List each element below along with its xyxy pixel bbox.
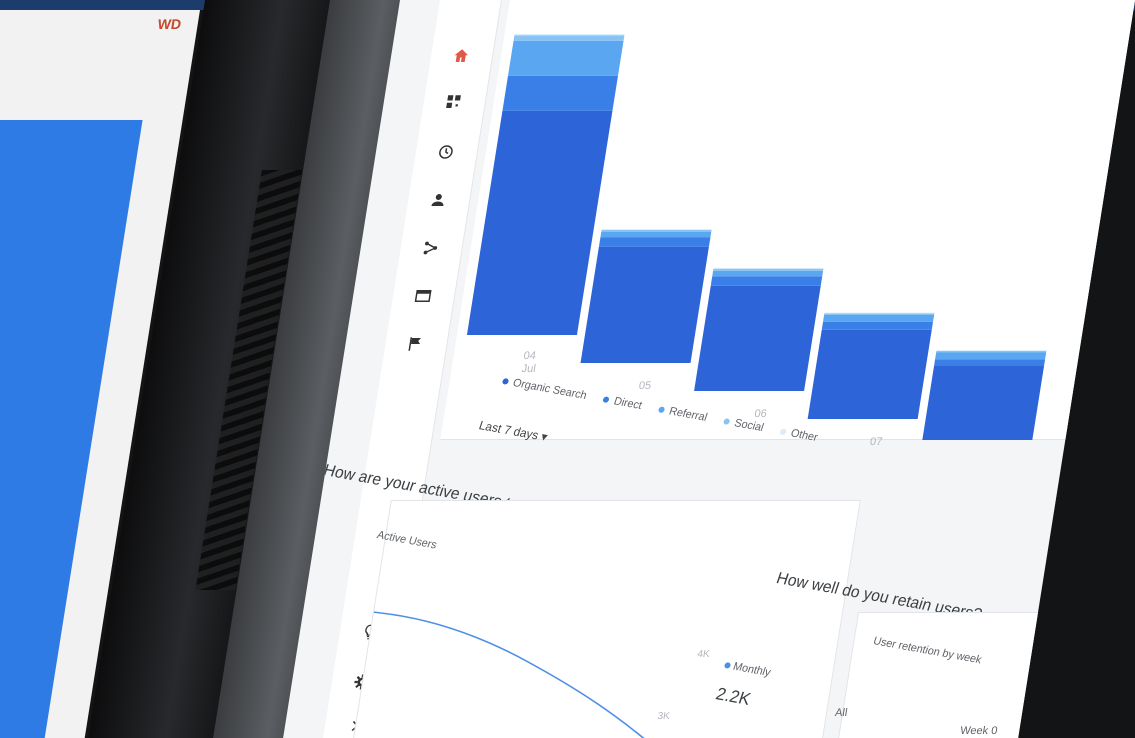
legend-dot-social (723, 418, 731, 426)
logo: WD (156, 16, 183, 32)
fork-icon[interactable] (419, 238, 442, 258)
stacked-bar-chart (466, 33, 1047, 440)
bar-referral-2[interactable] (712, 270, 824, 277)
bar-organic-search-1[interactable] (580, 246, 709, 363)
bar-social-2[interactable] (713, 268, 824, 271)
x-tick-05: 05 (637, 380, 653, 392)
legend-dot-other (779, 428, 788, 436)
x-tick-jul: Jul (520, 363, 537, 375)
bar-other-0[interactable] (514, 33, 625, 36)
bar-other-1[interactable] (601, 229, 712, 230)
bar-other-2[interactable] (713, 267, 824, 269)
bar-social-1[interactable] (601, 229, 712, 233)
dashboard-icon[interactable] (442, 92, 465, 112)
bar-direct-0[interactable] (502, 75, 618, 111)
bar-direct-3[interactable] (821, 321, 934, 330)
legend-dot-monthly (723, 661, 732, 669)
user-icon[interactable] (427, 190, 450, 210)
bar-referral-3[interactable] (823, 315, 935, 322)
bar-organic-search-2[interactable] (694, 285, 821, 392)
bar-referral-4[interactable] (935, 352, 1047, 360)
panel-icon[interactable] (412, 286, 435, 306)
retention-card: User retention by week All Week 0 (832, 612, 1135, 738)
bar-organic-search-3[interactable] (807, 329, 932, 419)
bar-direct-4[interactable] (934, 359, 1046, 366)
legend-dot-referral (657, 406, 666, 414)
bar-organic-search-4[interactable] (921, 366, 1045, 440)
traffic-chart-card: 04 Jul 05 06 07 Organic Search Direct Re… (440, 0, 1135, 448)
analytics-screen: 04 Jul 05 06 07 Organic Search Direct Re… (283, 0, 1135, 738)
retention-subtitle: User retention by week (871, 635, 984, 667)
y-axis-4k: 4K (696, 649, 711, 660)
x-tick-06: 06 (753, 408, 768, 420)
bar-referral-1[interactable] (600, 232, 712, 238)
legend-dot-direct (602, 396, 611, 404)
flag-icon[interactable] (404, 334, 427, 354)
bar-social-3[interactable] (824, 313, 935, 316)
retention-col-week: Week 0 (959, 725, 999, 737)
bar-other-3[interactable] (824, 312, 935, 314)
bar-other-4[interactable] (936, 350, 1047, 351)
active-users-line (354, 610, 654, 738)
x-tick-07: 07 (869, 436, 884, 448)
retention-col-all: All (834, 707, 849, 719)
bar-referral-0[interactable] (507, 40, 624, 76)
home-icon[interactable] (450, 46, 473, 66)
bar-direct-2[interactable] (710, 276, 823, 286)
active-users-card: Active Users 4K 3K Monthly 2.2K (349, 500, 861, 738)
x-tick-04: 04 (522, 350, 537, 362)
y-axis-3k: 3K (656, 711, 671, 722)
bar-direct-1[interactable] (598, 237, 711, 247)
bar-social-4[interactable] (936, 350, 1047, 353)
legend-dot-organic (501, 377, 510, 385)
clock-icon[interactable] (434, 142, 457, 162)
bar-social-0[interactable] (513, 35, 625, 41)
